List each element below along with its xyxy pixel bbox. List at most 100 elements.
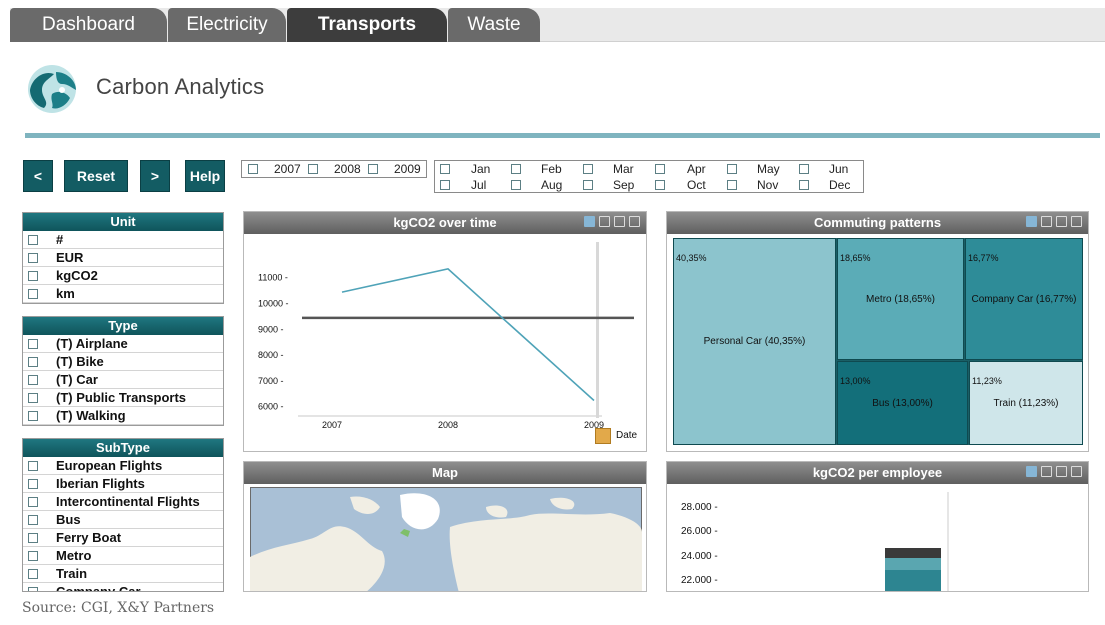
checkbox[interactable] [28,479,38,489]
year-checkbox[interactable] [308,164,318,174]
edit-icon[interactable] [1026,466,1037,477]
maximize-icon[interactable] [1071,466,1082,477]
checkbox[interactable] [28,253,38,263]
chart-scrollbar[interactable] [947,492,949,591]
month-option[interactable]: Sep [613,178,634,192]
checkbox[interactable] [28,497,38,507]
checkbox[interactable] [28,375,38,385]
checkbox[interactable] [28,393,38,403]
month-option[interactable]: Dec [829,178,850,192]
list-item[interactable]: Bus [23,511,223,529]
checkbox[interactable] [28,461,38,471]
export-excel-icon[interactable] [614,216,625,227]
bar-segment[interactable] [885,570,941,591]
maximize-icon[interactable] [629,216,640,227]
month-option[interactable]: Jun [829,162,848,176]
list-item[interactable]: EUR [23,249,223,267]
list-item[interactable]: Metro [23,547,223,565]
prev-button[interactable]: < [23,160,53,192]
checkbox[interactable] [28,289,38,299]
checkbox[interactable] [28,533,38,543]
month-checkbox[interactable] [440,164,450,174]
month-option[interactable]: Jul [471,178,486,192]
list-item[interactable]: Intercontinental Flights [23,493,223,511]
month-option[interactable]: Aug [541,178,562,192]
year-option[interactable]: 2008 [334,162,361,176]
month-option[interactable]: Oct [687,178,706,192]
world-map[interactable] [250,487,642,592]
maximize-icon[interactable] [1071,216,1082,227]
month-option[interactable]: Apr [687,162,706,176]
month-option[interactable]: Jan [471,162,490,176]
checkbox[interactable] [28,357,38,367]
list-item-label: Intercontinental Flights [56,494,200,509]
y-tick-label: 11000 - [258,273,288,283]
list-item-label: (T) Walking [56,408,126,423]
month-checkbox[interactable] [727,180,737,190]
bar-segment[interactable] [885,548,941,558]
list-item[interactable]: (T) Bike [23,353,223,371]
tab-dashboard[interactable]: Dashboard [10,8,167,42]
export-excel-icon[interactable] [1056,466,1067,477]
list-item[interactable]: Company Car [23,583,223,591]
reset-button[interactable]: Reset [64,160,128,192]
list-item[interactable]: km [23,285,223,303]
tab-transports[interactable]: Transports [287,8,447,42]
month-option[interactable]: Feb [541,162,562,176]
year-checkbox[interactable] [368,164,378,174]
edit-icon[interactable] [584,216,595,227]
edit-icon[interactable] [1026,216,1037,227]
checkbox[interactable] [28,551,38,561]
checkbox[interactable] [28,339,38,349]
tab-electricity[interactable]: Electricity [168,8,286,42]
month-checkbox[interactable] [799,164,809,174]
export-excel-icon[interactable] [1056,216,1067,227]
checkbox[interactable] [28,235,38,245]
treemap-cell-train[interactable]: Train (11,23%) [969,361,1083,445]
list-item[interactable]: Train [23,565,223,583]
list-item[interactable]: kgCO2 [23,267,223,285]
list-item[interactable]: Ferry Boat [23,529,223,547]
month-checkbox[interactable] [583,180,593,190]
month-checkbox[interactable] [440,180,450,190]
month-checkbox[interactable] [655,180,665,190]
print-icon[interactable] [599,216,610,227]
checkbox[interactable] [28,515,38,525]
checkbox[interactable] [28,411,38,421]
y-tick-label: 8000 - [258,350,284,360]
list-item[interactable]: (T) Walking [23,407,223,425]
treemap-cell-personal-car[interactable]: Personal Car (40,35%) [673,238,836,445]
checkbox[interactable] [28,569,38,579]
list-item[interactable]: (T) Public Transports [23,389,223,407]
print-icon[interactable] [1041,466,1052,477]
year-selector: 2007 2008 2009 [241,160,427,178]
sort-arrow-icon[interactable] [595,428,611,444]
list-item[interactable]: (T) Airplane [23,335,223,353]
month-checkbox[interactable] [583,164,593,174]
month-option[interactable]: Mar [613,162,634,176]
month-checkbox[interactable] [655,164,665,174]
checkbox[interactable] [28,587,38,591]
next-button[interactable]: > [140,160,170,192]
month-checkbox[interactable] [799,180,809,190]
list-item[interactable]: Iberian Flights [23,475,223,493]
date-dimension-label[interactable]: Date [616,430,637,441]
month-checkbox[interactable] [511,164,521,174]
year-option[interactable]: 2009 [394,162,421,176]
print-icon[interactable] [1041,216,1052,227]
month-checkbox[interactable] [511,180,521,190]
list-item-label: kgCO2 [56,268,98,283]
list-item[interactable]: (T) Car [23,371,223,389]
month-option[interactable]: May [757,162,780,176]
month-checkbox[interactable] [727,164,737,174]
treemap-cell-bus[interactable]: Bus (13,00%) [837,361,968,445]
year-option[interactable]: 2007 [274,162,301,176]
list-item[interactable]: # [23,231,223,249]
month-option[interactable]: Nov [757,178,778,192]
help-button[interactable]: Help [185,160,225,192]
tab-waste[interactable]: Waste [448,8,540,42]
list-item[interactable]: European Flights [23,457,223,475]
bar-segment[interactable] [885,558,941,570]
checkbox[interactable] [28,271,38,281]
year-checkbox[interactable] [248,164,258,174]
